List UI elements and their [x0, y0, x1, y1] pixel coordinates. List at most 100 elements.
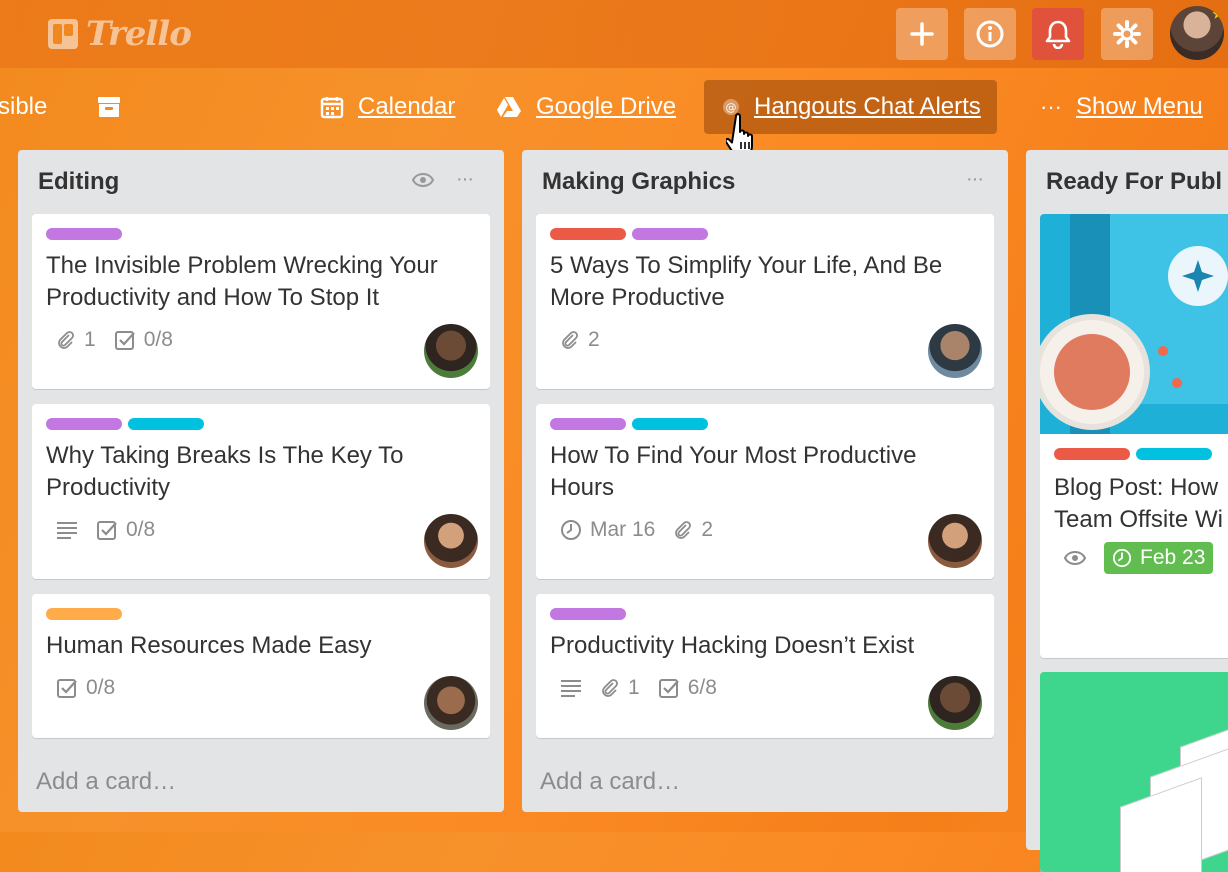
show-menu-button[interactable]: ··· Show Menu	[1040, 80, 1203, 134]
visibility-button[interactable]: sible	[0, 80, 47, 134]
eye-icon	[1064, 551, 1086, 565]
card[interactable]: How To Find Your Most Productive Hours M…	[536, 404, 994, 579]
calendar-label: Calendar	[358, 93, 456, 120]
map-dot	[1172, 378, 1182, 388]
map-dot	[1158, 346, 1168, 356]
due-date-badge: Mar 16	[560, 518, 655, 542]
checklist-count: 0/8	[143, 328, 173, 351]
label-blue	[632, 418, 708, 430]
card-badges: 0/8	[56, 518, 155, 542]
notifications-button[interactable]	[1032, 8, 1084, 60]
member-avatar[interactable]	[928, 324, 982, 378]
card-labels	[1054, 448, 1212, 460]
label-purple	[46, 228, 122, 240]
list-title[interactable]: Ready For Publ	[1046, 168, 1222, 196]
card-badges: 0/8	[56, 676, 115, 700]
attachment-count: 2	[701, 518, 714, 541]
list-header-icons: ···	[966, 168, 984, 191]
card-labels	[46, 418, 204, 430]
card[interactable]: Blog Post: How Team Offsite Wi Feb 23	[1040, 214, 1228, 658]
card-title-line: Why Taking Breaks Is The Key To	[46, 442, 404, 469]
card-title-line: Productivity and How To Stop It	[46, 284, 380, 311]
card-title: 5 Ways To Simplify Your Life, And Be Mor…	[550, 250, 942, 314]
checklist-badge: 0/8	[96, 518, 155, 542]
card[interactable]: The Invisible Problem Wrecking Your Prod…	[32, 214, 490, 389]
card-title-line: Hours	[550, 474, 615, 501]
card-title: The Invisible Problem Wrecking Your Prod…	[46, 250, 438, 314]
gear-icon	[1113, 20, 1141, 48]
add-card-button[interactable]: Add a card…	[540, 768, 680, 796]
user-avatar[interactable]	[1170, 6, 1224, 60]
visibility-label: sible	[0, 93, 48, 120]
list-ready-for-publishing: Ready For Publ Blog Post: How Team Offsi…	[1026, 150, 1228, 872]
google-drive-powerup[interactable]: Google Drive	[496, 80, 676, 134]
paperclip-icon	[58, 331, 74, 349]
paperclip-icon	[675, 521, 692, 539]
list-menu-icon[interactable]: ···	[966, 168, 984, 191]
attachment-badge: 2	[673, 518, 713, 542]
card-title-line: How To Find Your Most Productive	[550, 442, 917, 469]
member-avatar[interactable]	[424, 324, 478, 378]
member-avatar[interactable]	[424, 676, 478, 730]
list-editing: Editing ··· The Invisible Problem Wrecki…	[18, 150, 504, 812]
document-shape	[1120, 777, 1202, 872]
label-purple	[550, 608, 626, 620]
checklist-count: 0/8	[86, 676, 116, 699]
card-badges: Feb 23	[1064, 542, 1214, 574]
description-icon	[561, 680, 581, 697]
list-title[interactable]: Making Graphics	[542, 168, 735, 196]
card-labels	[550, 228, 708, 240]
card[interactable]: Why Taking Breaks Is The Key To Producti…	[32, 404, 490, 579]
calendar-icon	[320, 97, 344, 119]
google-drive-label: Google Drive	[536, 93, 677, 120]
card[interactable]	[1040, 672, 1228, 872]
card-title-line: Productivity Hacking Doesn’t Exist	[550, 632, 915, 659]
label-red	[550, 228, 626, 240]
card-title-line: Blog Post: How	[1054, 474, 1219, 501]
card-labels	[550, 608, 626, 620]
more-dots-icon: ···	[1040, 94, 1062, 119]
add-button[interactable]	[896, 8, 948, 60]
label-blue	[128, 418, 204, 430]
checkbox-icon	[57, 679, 77, 698]
calendar-powerup[interactable]: Calendar	[320, 80, 455, 134]
trello-board-icon	[48, 19, 78, 49]
label-purple	[632, 228, 708, 240]
member-avatar[interactable]	[928, 514, 982, 568]
info-button[interactable]	[964, 8, 1016, 60]
member-avatar[interactable]	[424, 514, 478, 568]
checklist-badge: 0/8	[56, 676, 115, 700]
add-icon	[910, 22, 934, 46]
list-header-icons: ···	[412, 168, 474, 191]
member-avatar[interactable]	[928, 676, 982, 730]
card-title-line: Productivity	[46, 474, 171, 501]
archive-button[interactable]	[96, 80, 122, 134]
card-labels	[550, 418, 708, 430]
checkbox-icon	[97, 521, 117, 540]
airplane-icon	[1182, 260, 1214, 292]
card-cover-image	[1120, 717, 1228, 872]
card-labels	[46, 608, 122, 620]
info-icon	[976, 20, 1004, 48]
settings-button[interactable]	[1101, 8, 1153, 60]
add-card-button[interactable]: Add a card…	[36, 768, 176, 796]
checklist-count: 0/8	[126, 518, 156, 541]
card-badges: 1 6/8	[560, 676, 717, 700]
label-purple	[46, 418, 122, 430]
card[interactable]: Productivity Hacking Doesn’t Exist 1 6/8	[536, 594, 994, 738]
checkbox-icon	[658, 679, 679, 698]
trello-logo[interactable]: Trello	[48, 14, 192, 54]
card[interactable]: Human Resources Made Easy 0/8	[32, 594, 490, 738]
bell-icon	[1045, 20, 1071, 49]
card-badges: 1 0/8	[56, 328, 173, 352]
card-title-line: More Productive	[550, 284, 725, 311]
card-title: Productivity Hacking Doesn’t Exist	[550, 630, 914, 662]
checklist-badge: 6/8	[658, 676, 717, 700]
list-title[interactable]: Editing	[38, 168, 119, 196]
card-badges: 2	[560, 328, 600, 352]
card-title: Why Taking Breaks Is The Key To Producti…	[46, 440, 404, 504]
description-icon	[57, 522, 77, 539]
list-menu-icon[interactable]: ···	[456, 168, 474, 191]
card-badges: Mar 16 2	[560, 518, 713, 542]
card[interactable]: 5 Ways To Simplify Your Life, And Be Mor…	[536, 214, 994, 389]
